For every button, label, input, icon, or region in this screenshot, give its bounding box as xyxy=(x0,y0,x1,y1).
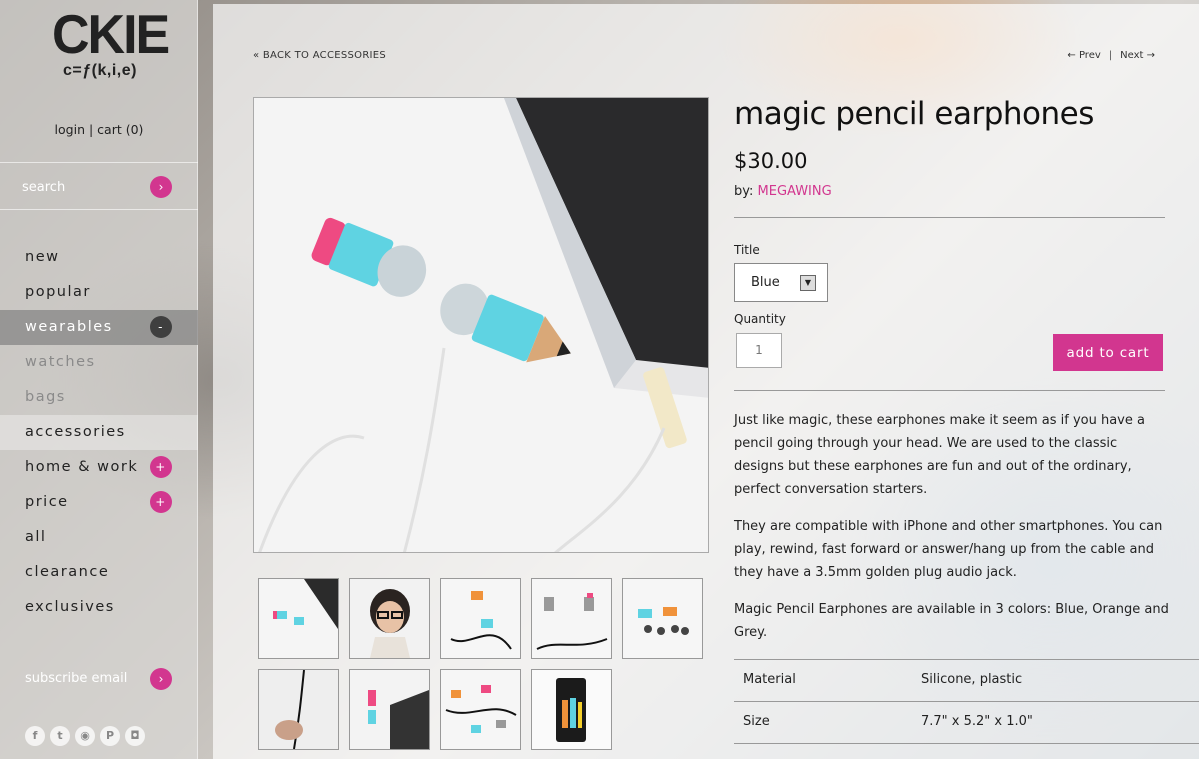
description-paragraph: They are compatible with iPhone and othe… xyxy=(734,519,1163,580)
spec-table: Material Silicone, plastic Size 7.7" x 5… xyxy=(734,659,1199,744)
thumbnail-8[interactable] xyxy=(440,669,521,750)
facebook-icon[interactable]: f xyxy=(25,726,45,746)
expand-icon[interactable]: + xyxy=(150,456,172,478)
login-link[interactable]: login xyxy=(55,122,85,137)
table-row: Size 7.7" x 5.2" x 1.0" xyxy=(734,702,1199,744)
spec-key: Size xyxy=(743,714,770,729)
thumbnail-3[interactable] xyxy=(440,578,521,659)
user-links: login | cart (0) xyxy=(0,122,198,137)
quantity-input[interactable]: 1 xyxy=(736,333,782,368)
vendor-line: by: MEGAWING xyxy=(734,184,832,199)
rss-icon[interactable]: ◉ xyxy=(75,726,95,746)
thumbnail-2[interactable] xyxy=(349,578,430,659)
thumbnail-9[interactable] xyxy=(531,669,612,750)
nav-item-label: popular xyxy=(25,284,91,300)
thumbnail-5[interactable] xyxy=(622,578,703,659)
nav-item-label: watches xyxy=(25,354,96,370)
spec-value: Silicone, plastic xyxy=(921,672,1023,687)
nav-item-wearables[interactable]: wearables - xyxy=(0,310,198,345)
pinterest-icon[interactable]: P xyxy=(100,726,120,746)
quantity-label: Quantity xyxy=(734,312,786,326)
user-links-separator: | xyxy=(85,122,98,137)
social-links: f t ◉ P ◘ xyxy=(25,724,150,746)
cart-link[interactable]: cart (0) xyxy=(97,122,143,137)
product-pager: ← Prev | Next → xyxy=(1067,50,1155,61)
vendor-link[interactable]: MEGAWING xyxy=(758,184,832,199)
option-label: Title xyxy=(734,243,760,257)
thumbnail-6[interactable] xyxy=(258,669,339,750)
nav-item-label: new xyxy=(25,249,60,265)
sidebar: CKIE c=ƒ(k,i,e) login | cart (0) › new po… xyxy=(0,0,198,759)
nav-item-new[interactable]: new xyxy=(0,240,198,275)
logo-wordmark: CKIE xyxy=(52,4,170,66)
search-input[interactable] xyxy=(22,177,142,197)
nav-item-label: all xyxy=(25,529,47,545)
collapse-icon[interactable]: - xyxy=(150,316,172,338)
subscribe-bar: subscribe email › xyxy=(0,662,198,696)
category-nav: new popular wearables - watches bags accessori… xyxy=(0,240,198,625)
add-to-cart-button[interactable]: add to cart xyxy=(1053,334,1163,371)
prev-link[interactable]: ← Prev xyxy=(1067,50,1100,61)
pager-separator: | xyxy=(1108,50,1113,61)
table-row: Material Silicone, plastic xyxy=(734,660,1199,702)
product-title: magic pencil earphones xyxy=(734,96,1094,132)
nav-item-label: exclusives xyxy=(25,599,115,615)
divider xyxy=(734,390,1165,391)
next-link[interactable]: Next → xyxy=(1120,50,1155,61)
nav-item-all[interactable]: all xyxy=(0,520,198,555)
subscribe-submit-button[interactable]: › xyxy=(150,668,172,690)
by-label: by: xyxy=(734,184,758,199)
description-paragraph: Just like magic, these earphones make it… xyxy=(734,413,1145,497)
product-description: Just like magic, these earphones make it… xyxy=(734,409,1169,658)
subscribe-email-label[interactable]: subscribe email xyxy=(25,671,127,686)
back-to-accessories-link[interactable]: « BACK TO ACCESSORIES xyxy=(253,50,386,61)
nav-item-exclusives[interactable]: exclusives xyxy=(0,590,198,625)
thumbnail-4[interactable] xyxy=(531,578,612,659)
product-price: $30.00 xyxy=(734,149,808,173)
nav-item-label: bags xyxy=(25,389,66,405)
nav-item-label: accessories xyxy=(25,424,126,440)
nav-item-label: clearance xyxy=(25,564,110,580)
nav-item-label: home & work xyxy=(25,459,139,475)
expand-icon[interactable]: + xyxy=(150,491,172,513)
nav-item-clearance[interactable]: clearance xyxy=(0,555,198,590)
divider xyxy=(734,217,1165,218)
main-product-image[interactable] xyxy=(253,97,709,553)
search-submit-button[interactable]: › xyxy=(150,176,172,198)
nav-item-label: wearables xyxy=(25,319,113,335)
nav-item-price[interactable]: price + xyxy=(0,485,198,520)
pencil-earphones-photo xyxy=(254,98,708,552)
nav-item-accessories[interactable]: accessories xyxy=(0,415,198,450)
nav-item-watches[interactable]: watches xyxy=(0,345,198,380)
dropdown-arrow-icon[interactable]: ▼ xyxy=(800,275,816,291)
site-logo[interactable]: CKIE c=ƒ(k,i,e) xyxy=(52,4,170,80)
spec-key: Material xyxy=(743,672,796,687)
nav-item-popular[interactable]: popular xyxy=(0,275,198,310)
twitter-icon[interactable]: t xyxy=(50,726,70,746)
spec-value: 7.7" x 5.2" x 1.0" xyxy=(921,714,1033,729)
nav-item-home-work[interactable]: home & work + xyxy=(0,450,198,485)
thumbnail-1[interactable] xyxy=(258,578,339,659)
description-paragraph: Magic Pencil Earphones are available in … xyxy=(734,602,1169,640)
search-bar: › xyxy=(0,162,198,210)
nav-item-label: price xyxy=(25,494,69,510)
instagram-icon[interactable]: ◘ xyxy=(125,726,145,746)
variant-select[interactable]: Blue ▼ xyxy=(734,263,828,302)
variant-select-value: Blue xyxy=(751,275,780,290)
nav-item-bags[interactable]: bags xyxy=(0,380,198,415)
thumbnail-7[interactable] xyxy=(349,669,430,750)
product-panel: « BACK TO ACCESSORIES ← Prev | Next → ma… xyxy=(213,4,1199,759)
